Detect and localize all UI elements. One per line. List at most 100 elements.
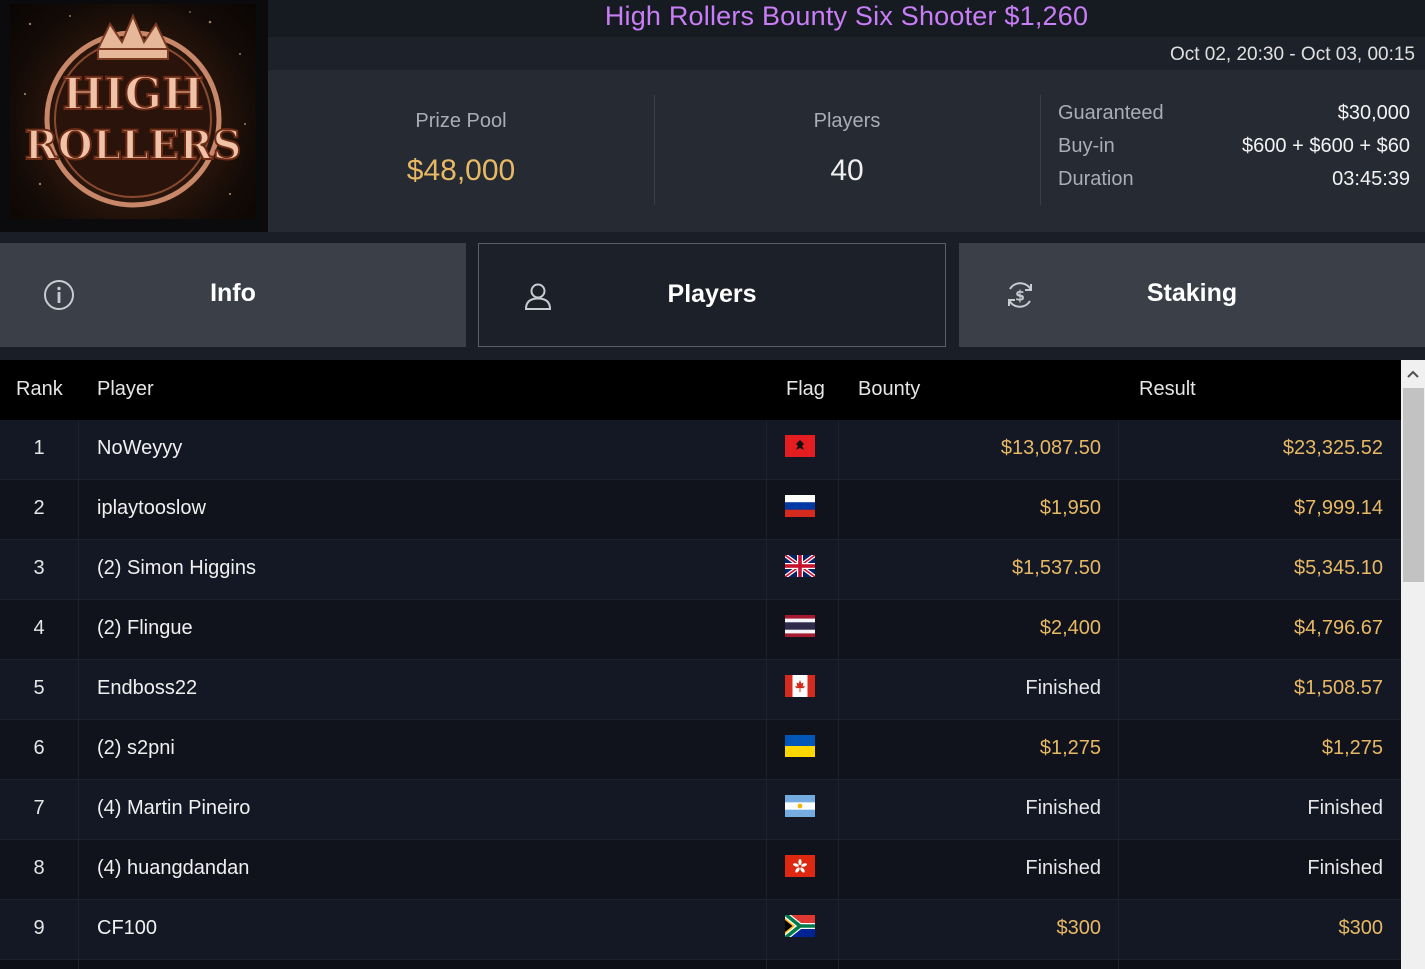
table-row[interactable]: 5 Endboss22 Finished $1,508.57 [0,660,1401,720]
tournament-dates: Oct 02, 20:30 - Oct 03, 00:15 [1169,44,1415,65]
table-row[interactable]: 4 (2) Flingue $2,400 $4,796.67 [0,600,1401,660]
tab-staking[interactable]: $ Staking [959,243,1425,347]
scroll-thumb[interactable] [1403,388,1424,582]
column-divider [1118,420,1119,969]
player-name-cell[interactable]: (2) Flingue [97,617,193,640]
table-row[interactable]: 2 iplaytooslow $1,950 $7,999.14 [0,480,1401,540]
table-scrollbar[interactable] [1401,360,1425,969]
bounty-cell: $1,537.50 [1012,557,1101,579]
player-name-cell[interactable]: Endboss22 [97,677,197,700]
header-bounty[interactable]: Bounty [858,378,920,401]
albania-flag-icon [785,435,815,457]
column-divider [838,420,839,969]
tab-info[interactable]: Info [0,243,466,347]
duration-label: Duration [1058,168,1134,190]
buyin-label: Buy-in [1058,135,1115,157]
header-rank[interactable]: Rank [16,378,63,401]
table-row[interactable]: 1 NoWeyyy $13,087.50 $23,325.52 [0,420,1401,480]
stat-divider [1040,95,1041,205]
bounty-cell: Finished [1025,677,1101,699]
bounty-cell: $1,275 [1039,737,1101,759]
tab-players[interactable]: Players [478,243,946,347]
result-cell: $4,796.67 [1294,617,1383,639]
date-bar: Oct 02, 20:30 - Oct 03, 00:15 [268,37,1425,70]
table-row[interactable]: 8 (4) huangdandan Finished Finished [0,840,1401,900]
guaranteed-row: Guaranteed $30,000 [1058,102,1410,135]
player-name-cell[interactable]: (4) huangdandan [97,857,249,880]
result-cell: $5,345.10 [1294,557,1383,579]
argentina-flag-icon [785,795,815,817]
bounty-cell: Finished [1025,857,1101,879]
tab-players-label: Players [667,280,757,308]
tournament-header: HIGH ROLLERS High Rollers Bounty Six Sho… [0,0,1425,232]
column-divider [766,420,767,969]
column-divider [78,420,79,969]
russia-flag-icon [785,495,815,517]
thailand-flag-icon [785,615,815,637]
header-flag[interactable]: Flag [786,378,825,401]
rank-cell: 5 [33,677,45,699]
player-name-cell[interactable]: (2) s2pni [97,737,175,760]
high-rollers-logo-image: HIGH ROLLERS [10,4,256,219]
result-cell: $7,999.14 [1294,497,1383,519]
tournament-logo: HIGH ROLLERS [0,0,268,232]
bounty-cell: $300 [1056,917,1102,939]
title-bar: High Rollers Bounty Six Shooter $1,260 [268,0,1425,37]
table-row[interactable]: 6 (2) s2pni $1,275 $1,275 [0,720,1401,780]
players-value: 40 [830,154,864,187]
duration-row: Duration 03:45:39 [1058,168,1410,201]
tab-bar: Info Players $ Staking [0,232,1425,360]
players-stat: Players 40 [654,70,1040,232]
prize-pool-label: Prize Pool [415,110,507,132]
rank-cell: 4 [33,617,45,639]
player-name-cell[interactable]: (4) Martin Pineiro [97,797,250,820]
table-header: Rank Player Flag Bounty Result [0,360,1401,420]
prize-pool-stat: Prize Pool $48,000 [268,70,654,232]
header-player[interactable]: Player [97,378,154,401]
result-cell: $300 [1338,917,1384,939]
table-row[interactable]: 9 CF100 $300 $300 [0,900,1401,960]
rank-cell: 1 [33,437,45,459]
united-kingdom-flag-icon [785,555,815,577]
scroll-up-arrow-icon[interactable] [1401,360,1425,388]
bounty-cell: $1,950 [1039,497,1101,519]
south-africa-flag-icon [785,915,815,937]
tab-staking-label: Staking [1146,279,1238,307]
result-cell: $23,325.52 [1282,437,1383,459]
logo-word-high: HIGH [62,69,203,120]
duration-value: 03:45:39 [1332,168,1410,190]
rank-cell: 6 [33,737,45,759]
rank-cell: 2 [33,497,45,519]
bounty-cell: Finished [1025,797,1101,819]
players-label: Players [813,110,881,132]
logo-word-rollers: ROLLERS [25,122,242,169]
player-name-cell[interactable]: CF100 [97,917,157,940]
header-result[interactable]: Result [1139,378,1196,401]
result-cell: $1,275 [1321,737,1383,759]
result-cell: Finished [1307,857,1383,879]
tournament-details: Guaranteed $30,000 Buy-in $600 + $600 + … [1058,102,1410,201]
hong-kong-flag-icon [785,855,815,877]
table-row[interactable]: 3 (2) Simon Higgins $1,537.50 $5,345.10 [0,540,1401,600]
player-name-cell[interactable]: iplaytooslow [97,497,206,520]
bounty-cell: $13,087.50 [1000,437,1101,459]
buyin-row: Buy-in $600 + $600 + $60 [1058,135,1410,168]
bounty-cell: $2,400 [1039,617,1101,639]
canada-flag-icon [785,675,815,697]
rank-cell: 8 [33,857,45,879]
player-name-cell[interactable]: (2) Simon Higgins [97,557,256,580]
player-name-cell[interactable]: NoWeyyy [97,437,182,460]
table-row[interactable]: 7 (4) Martin Pineiro Finished Finished [0,780,1401,840]
tab-info-label: Info [210,279,256,307]
rank-cell: 9 [33,917,45,939]
rank-cell: 3 [33,557,45,579]
guaranteed-label: Guaranteed [1058,102,1164,124]
tournament-title: High Rollers Bounty Six Shooter $1,260 [604,1,1089,31]
ukraine-flag-icon [785,735,815,757]
rank-cell: 7 [33,797,45,819]
players-table: Rank Player Flag Bounty Result 1 NoWeyyy $… [0,360,1401,969]
guaranteed-value: $30,000 [1337,102,1410,124]
prize-pool-value: $48,000 [406,154,516,187]
result-cell: $1,508.57 [1294,677,1383,699]
result-cell: Finished [1307,797,1383,819]
